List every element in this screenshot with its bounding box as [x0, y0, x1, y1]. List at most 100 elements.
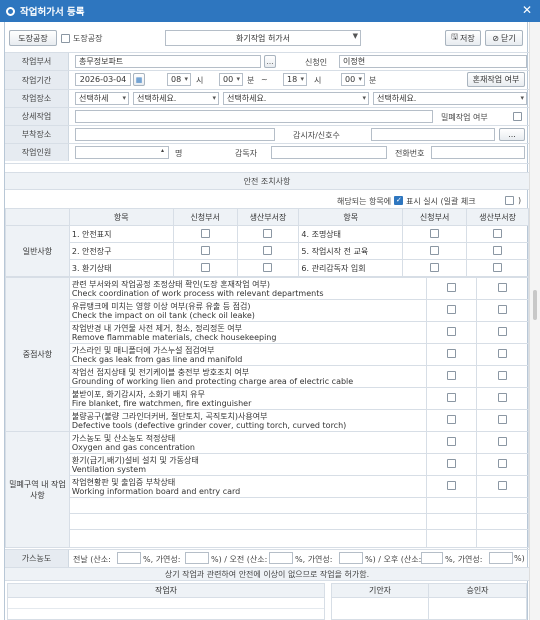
- calendar-icon[interactable]: ▦: [133, 73, 145, 86]
- row-checkbox[interactable]: [498, 393, 508, 402]
- gas-am-flam-input[interactable]: [339, 552, 363, 564]
- scroll-thumb[interactable]: [533, 290, 537, 320]
- chevron-down-icon: ▾: [520, 94, 524, 102]
- start-hour-select[interactable]: 08 ▾: [167, 73, 191, 86]
- place-select-1[interactable]: 선택하세 ▾: [75, 92, 129, 105]
- row-checkbox[interactable]: [498, 305, 508, 314]
- row-checkbox[interactable]: [447, 349, 457, 358]
- row-checkbox[interactable]: [498, 349, 508, 358]
- close-button[interactable]: ⊘ 닫기: [485, 30, 523, 46]
- gas-comma-flam: %, 가연성:: [445, 555, 483, 564]
- gas-am-oxygen-input[interactable]: [269, 552, 293, 564]
- row-checkbox[interactable]: [200, 245, 210, 255]
- row-checkbox[interactable]: [447, 415, 457, 424]
- end-hour-value: 18: [287, 75, 298, 84]
- row-checkbox[interactable]: [447, 393, 457, 402]
- supervisor-label: 감시자/신호수: [293, 131, 340, 140]
- gas-comma-flam: %, 가연성:: [295, 555, 333, 564]
- dept-search-icon[interactable]: …: [264, 55, 276, 68]
- dept-input[interactable]: 총무정보파트: [75, 55, 261, 68]
- row-checkbox[interactable]: [200, 228, 210, 238]
- row-checkbox[interactable]: [447, 305, 457, 314]
- mixed-work-button[interactable]: 혼재작업 여부: [467, 72, 525, 87]
- row-checkbox[interactable]: [430, 228, 440, 238]
- dept-label: 작업부서: [5, 53, 69, 70]
- window-icon: [6, 6, 15, 16]
- table-row: 2. 안전장구 5. 작업시작 전 교육: [6, 242, 529, 260]
- gas-pm-oxygen-input[interactable]: [421, 552, 443, 564]
- table-row: 중점사항 관련 부서와의 작업공정 조정상태 확인(도장 혼재작업 여부) Che…: [5, 277, 529, 432]
- row-checkbox[interactable]: [447, 437, 457, 446]
- place-select-3-value: 선택하세요.: [227, 94, 267, 103]
- overseer-input[interactable]: [271, 146, 387, 159]
- row-checkbox[interactable]: [498, 283, 508, 292]
- row-checkbox[interactable]: [447, 481, 457, 490]
- gas-comma-flam: %, 가연성:: [143, 555, 181, 564]
- row-checkbox[interactable]: [447, 283, 457, 292]
- closed-item-ko: 작업현황판 및 출입증 부착상태: [71, 477, 176, 487]
- gas-label: 가스농도: [5, 549, 69, 567]
- save-button[interactable]: 🖫 저장: [445, 30, 481, 46]
- close-icon[interactable]: ✕: [522, 3, 532, 17]
- row-checkbox[interactable]: [498, 327, 508, 336]
- divider: [5, 107, 529, 108]
- org-checkbox[interactable]: [61, 34, 70, 43]
- approver-label: 승인자: [466, 586, 489, 595]
- stepper-icon[interactable]: ▴: [161, 147, 164, 154]
- gas-prev-flam-input[interactable]: [185, 552, 209, 564]
- table-row: 작업현황판 및 출입증 부착상태 Working information boar…: [6, 475, 529, 498]
- supervisor-search-button[interactable]: ...: [499, 128, 525, 141]
- row-checkbox[interactable]: [493, 228, 503, 238]
- show-checkbox[interactable]: [394, 196, 403, 205]
- row-checkbox[interactable]: [493, 245, 503, 255]
- closed-item-en: Ventilation system: [71, 464, 146, 474]
- applicant-input[interactable]: 이정현: [339, 55, 527, 68]
- general-item: 3. 환기상태: [68, 259, 174, 277]
- planner-sign: [332, 598, 429, 620]
- place-select-2-value: 선택하세요.: [137, 94, 177, 103]
- closed-work-checkbox[interactable]: [513, 112, 522, 121]
- row-checkbox[interactable]: [263, 245, 273, 255]
- row-checkbox[interactable]: [447, 371, 457, 380]
- gas-prev-oxygen-input[interactable]: [117, 552, 141, 564]
- row-checkbox[interactable]: [498, 371, 508, 380]
- chevron-down-icon: ▾: [236, 75, 240, 83]
- select-all-checkbox[interactable]: [505, 196, 514, 205]
- place-select-2[interactable]: 선택하세요. ▾: [133, 92, 219, 105]
- writer-row: [8, 598, 324, 609]
- end-min-select[interactable]: 00 ▾: [341, 73, 365, 86]
- row-checkbox[interactable]: [498, 415, 508, 424]
- row-checkbox[interactable]: [430, 262, 440, 272]
- gas-pm-flam-input[interactable]: [489, 552, 513, 564]
- place-select-3[interactable]: 선택하세요. ▾: [223, 92, 369, 105]
- row-checkbox[interactable]: [263, 262, 273, 272]
- row-checkbox[interactable]: [200, 262, 210, 272]
- row-checkbox[interactable]: [498, 437, 508, 446]
- attach-input[interactable]: [75, 128, 275, 141]
- org-button[interactable]: 도장공장: [9, 30, 57, 46]
- end-hour-select[interactable]: 18 ▾: [283, 73, 307, 86]
- date-input[interactable]: 2026-03-04: [75, 73, 131, 86]
- form-type-select[interactable]: 화기작업 허가서 ▼: [165, 30, 361, 46]
- vertical-scrollbar[interactable]: [529, 22, 540, 620]
- row-checkbox[interactable]: [493, 262, 503, 272]
- form-type-value: 화기작업 허가서: [235, 33, 291, 43]
- row-checkbox[interactable]: [498, 459, 508, 468]
- table-row: 작업반경 내 가연물 사전 제거, 청소, 정리정돈 여부 Remove flam…: [6, 321, 529, 344]
- row-checkbox[interactable]: [447, 327, 457, 336]
- key-item-ko: 불량공구(불량 그라인더커버, 절단토치, 곡직토치)사용여부: [71, 411, 268, 421]
- supervisor-input[interactable]: [371, 128, 495, 141]
- chevron-down-icon: ▾: [358, 75, 362, 83]
- row-checkbox[interactable]: [447, 459, 457, 468]
- place-select-4[interactable]: 선택하세요. ▾: [373, 92, 527, 105]
- table-row: 유류탱크에 미치는 영향 이상 여부(유류 유출 등 점검) Check the …: [6, 299, 529, 322]
- phone-input[interactable]: [431, 146, 525, 159]
- workers-input[interactable]: [75, 146, 169, 159]
- row-checkbox[interactable]: [263, 228, 273, 238]
- divider: [5, 70, 529, 71]
- row-checkbox[interactable]: [430, 245, 440, 255]
- hour-unit: 시: [314, 76, 322, 85]
- row-checkbox[interactable]: [498, 481, 508, 490]
- start-min-select[interactable]: 00 ▾: [219, 73, 243, 86]
- detail-input[interactable]: [75, 110, 433, 123]
